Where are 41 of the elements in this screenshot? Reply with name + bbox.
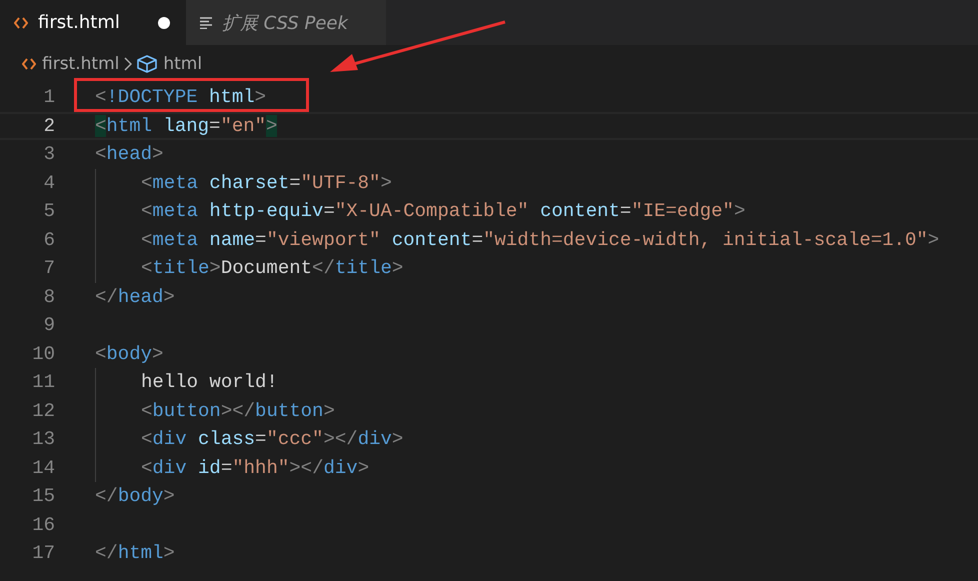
line-number: 16 — [31, 514, 55, 536]
line-number: 11 — [31, 371, 55, 394]
line-number: 15 — [31, 485, 55, 508]
cube-icon — [137, 55, 158, 73]
line-number: 17 — [31, 542, 55, 564]
code-line: <meta charset="UTF-8"> — [141, 172, 392, 194]
line-number: 7 — [42, 257, 55, 280]
editor-tab[interactable]: 扩展 CSS Peek — [186, 0, 386, 45]
line-number: 10 — [31, 342, 55, 365]
line-number: 5 — [42, 200, 55, 222]
breadcrumb-item[interactable]: html — [163, 54, 202, 74]
line-number: 2 — [42, 114, 55, 137]
line-number: 9 — [42, 314, 55, 336]
code-brackets-icon — [14, 16, 28, 28]
code-line: <html lang="en"> — [95, 114, 278, 137]
code-line: <div id="hhh"></div> — [141, 456, 370, 479]
line-number: 3 — [42, 143, 55, 166]
line-number: 14 — [31, 456, 55, 479]
code-line: <button></button> — [141, 400, 335, 422]
code-line: </head> — [95, 286, 175, 308]
editor-tab[interactable]: first.html — [0, 0, 186, 45]
code-line: <meta name="viewport" content="width=device-width, initial-scale=1.0"> — [141, 228, 940, 251]
line-number: 1 — [42, 86, 55, 108]
breadcrumb-item[interactable]: first.html — [42, 54, 120, 74]
code-brackets-icon — [22, 58, 36, 70]
code-line: <meta http-equiv="X-UA-Compatible" content="IE=edge"> — [141, 200, 746, 222]
code-line: <div class="ccc"></div> — [141, 428, 404, 450]
line-number: 4 — [42, 172, 55, 194]
lines-icon — [200, 16, 212, 28]
code-line: <!DOCTYPE html> — [95, 86, 266, 108]
line-number: 8 — [42, 286, 55, 308]
code-line: </body> — [95, 485, 175, 508]
line-number: 6 — [42, 228, 55, 251]
code-line: hello world! — [141, 371, 278, 394]
line-number: 12 — [31, 400, 55, 422]
line-number: 13 — [31, 428, 55, 450]
code-line: </html> — [95, 542, 175, 564]
code-line: <head> — [95, 143, 164, 166]
chevron-right-icon — [124, 57, 132, 71]
code-line: <body> — [95, 342, 164, 365]
code-line: <title>Document</title> — [141, 257, 404, 280]
